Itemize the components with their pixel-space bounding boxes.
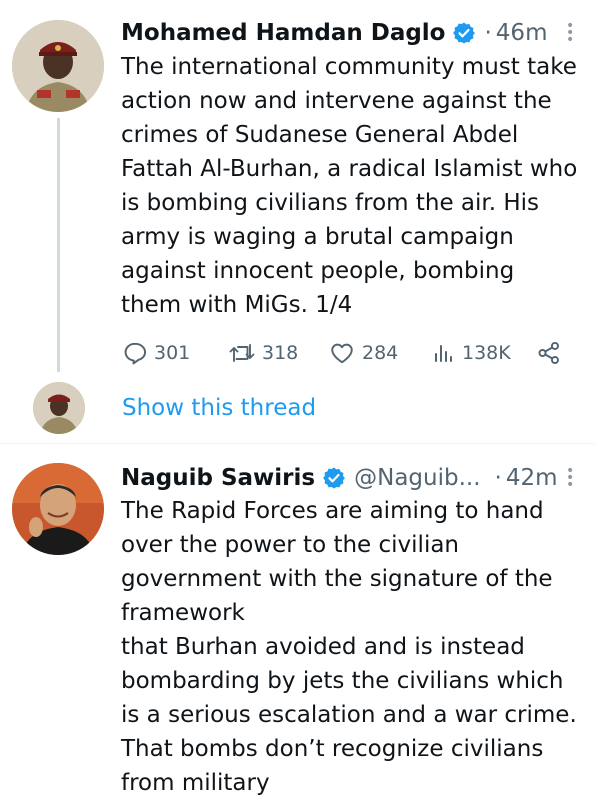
avatar-daglo-small-image [33, 382, 85, 434]
thread-line [57, 118, 60, 372]
show-thread-link[interactable]: Show this thread [122, 393, 316, 423]
tweet-text: The international community must take ac… [121, 54, 578, 318]
tweet-1-actions: 301 318 284 138K [122, 337, 562, 369]
reply-button[interactable]: 301 [122, 337, 190, 369]
views-button[interactable]: 138K [432, 337, 511, 369]
verified-badge-icon [323, 467, 346, 489]
tweet-2-header: Naguib Sawiris @Naguib... · 42m [121, 464, 558, 492]
reply-count: 301 [154, 342, 191, 364]
share-button[interactable] [536, 337, 562, 369]
tweet-text: The Rapid Forces are aiming to hand over… [121, 498, 577, 796]
tweet-time[interactable]: 42m [506, 464, 558, 492]
share-icon [538, 341, 559, 365]
avatar-daglo-small[interactable] [33, 382, 85, 434]
avatar-daglo-image [12, 20, 104, 112]
more-dots-icon[interactable]: • • • [566, 464, 574, 492]
like-button[interactable]: 284 [328, 337, 398, 369]
avatar-daglo[interactable] [12, 20, 104, 112]
retweet-icon [229, 344, 255, 362]
views-icon [435, 345, 452, 362]
avatar-sawiris-image [12, 463, 104, 555]
verified-badge-icon [453, 22, 476, 44]
reply-icon [124, 342, 147, 365]
avatar-sawiris[interactable] [12, 463, 104, 555]
retweet-button[interactable]: 318 [228, 337, 298, 369]
author-name[interactable]: Naguib Sawiris [121, 464, 315, 492]
separator-dot: · [484, 20, 492, 46]
retweet-count: 318 [262, 342, 299, 364]
separator-dot: · [494, 465, 502, 491]
heart-icon [331, 343, 353, 364]
tweet-1-header: Mohamed Hamdan Daglo · 46m [121, 19, 547, 47]
author-name[interactable]: Mohamed Hamdan Daglo [121, 19, 445, 47]
tweet-time[interactable]: 46m [496, 19, 548, 47]
tweet-divider [0, 443, 595, 444]
more-dots-icon[interactable]: • • • [566, 19, 574, 47]
like-count: 284 [362, 342, 399, 364]
views-count: 138K [462, 342, 511, 364]
author-handle[interactable]: @Naguib... [354, 464, 480, 492]
